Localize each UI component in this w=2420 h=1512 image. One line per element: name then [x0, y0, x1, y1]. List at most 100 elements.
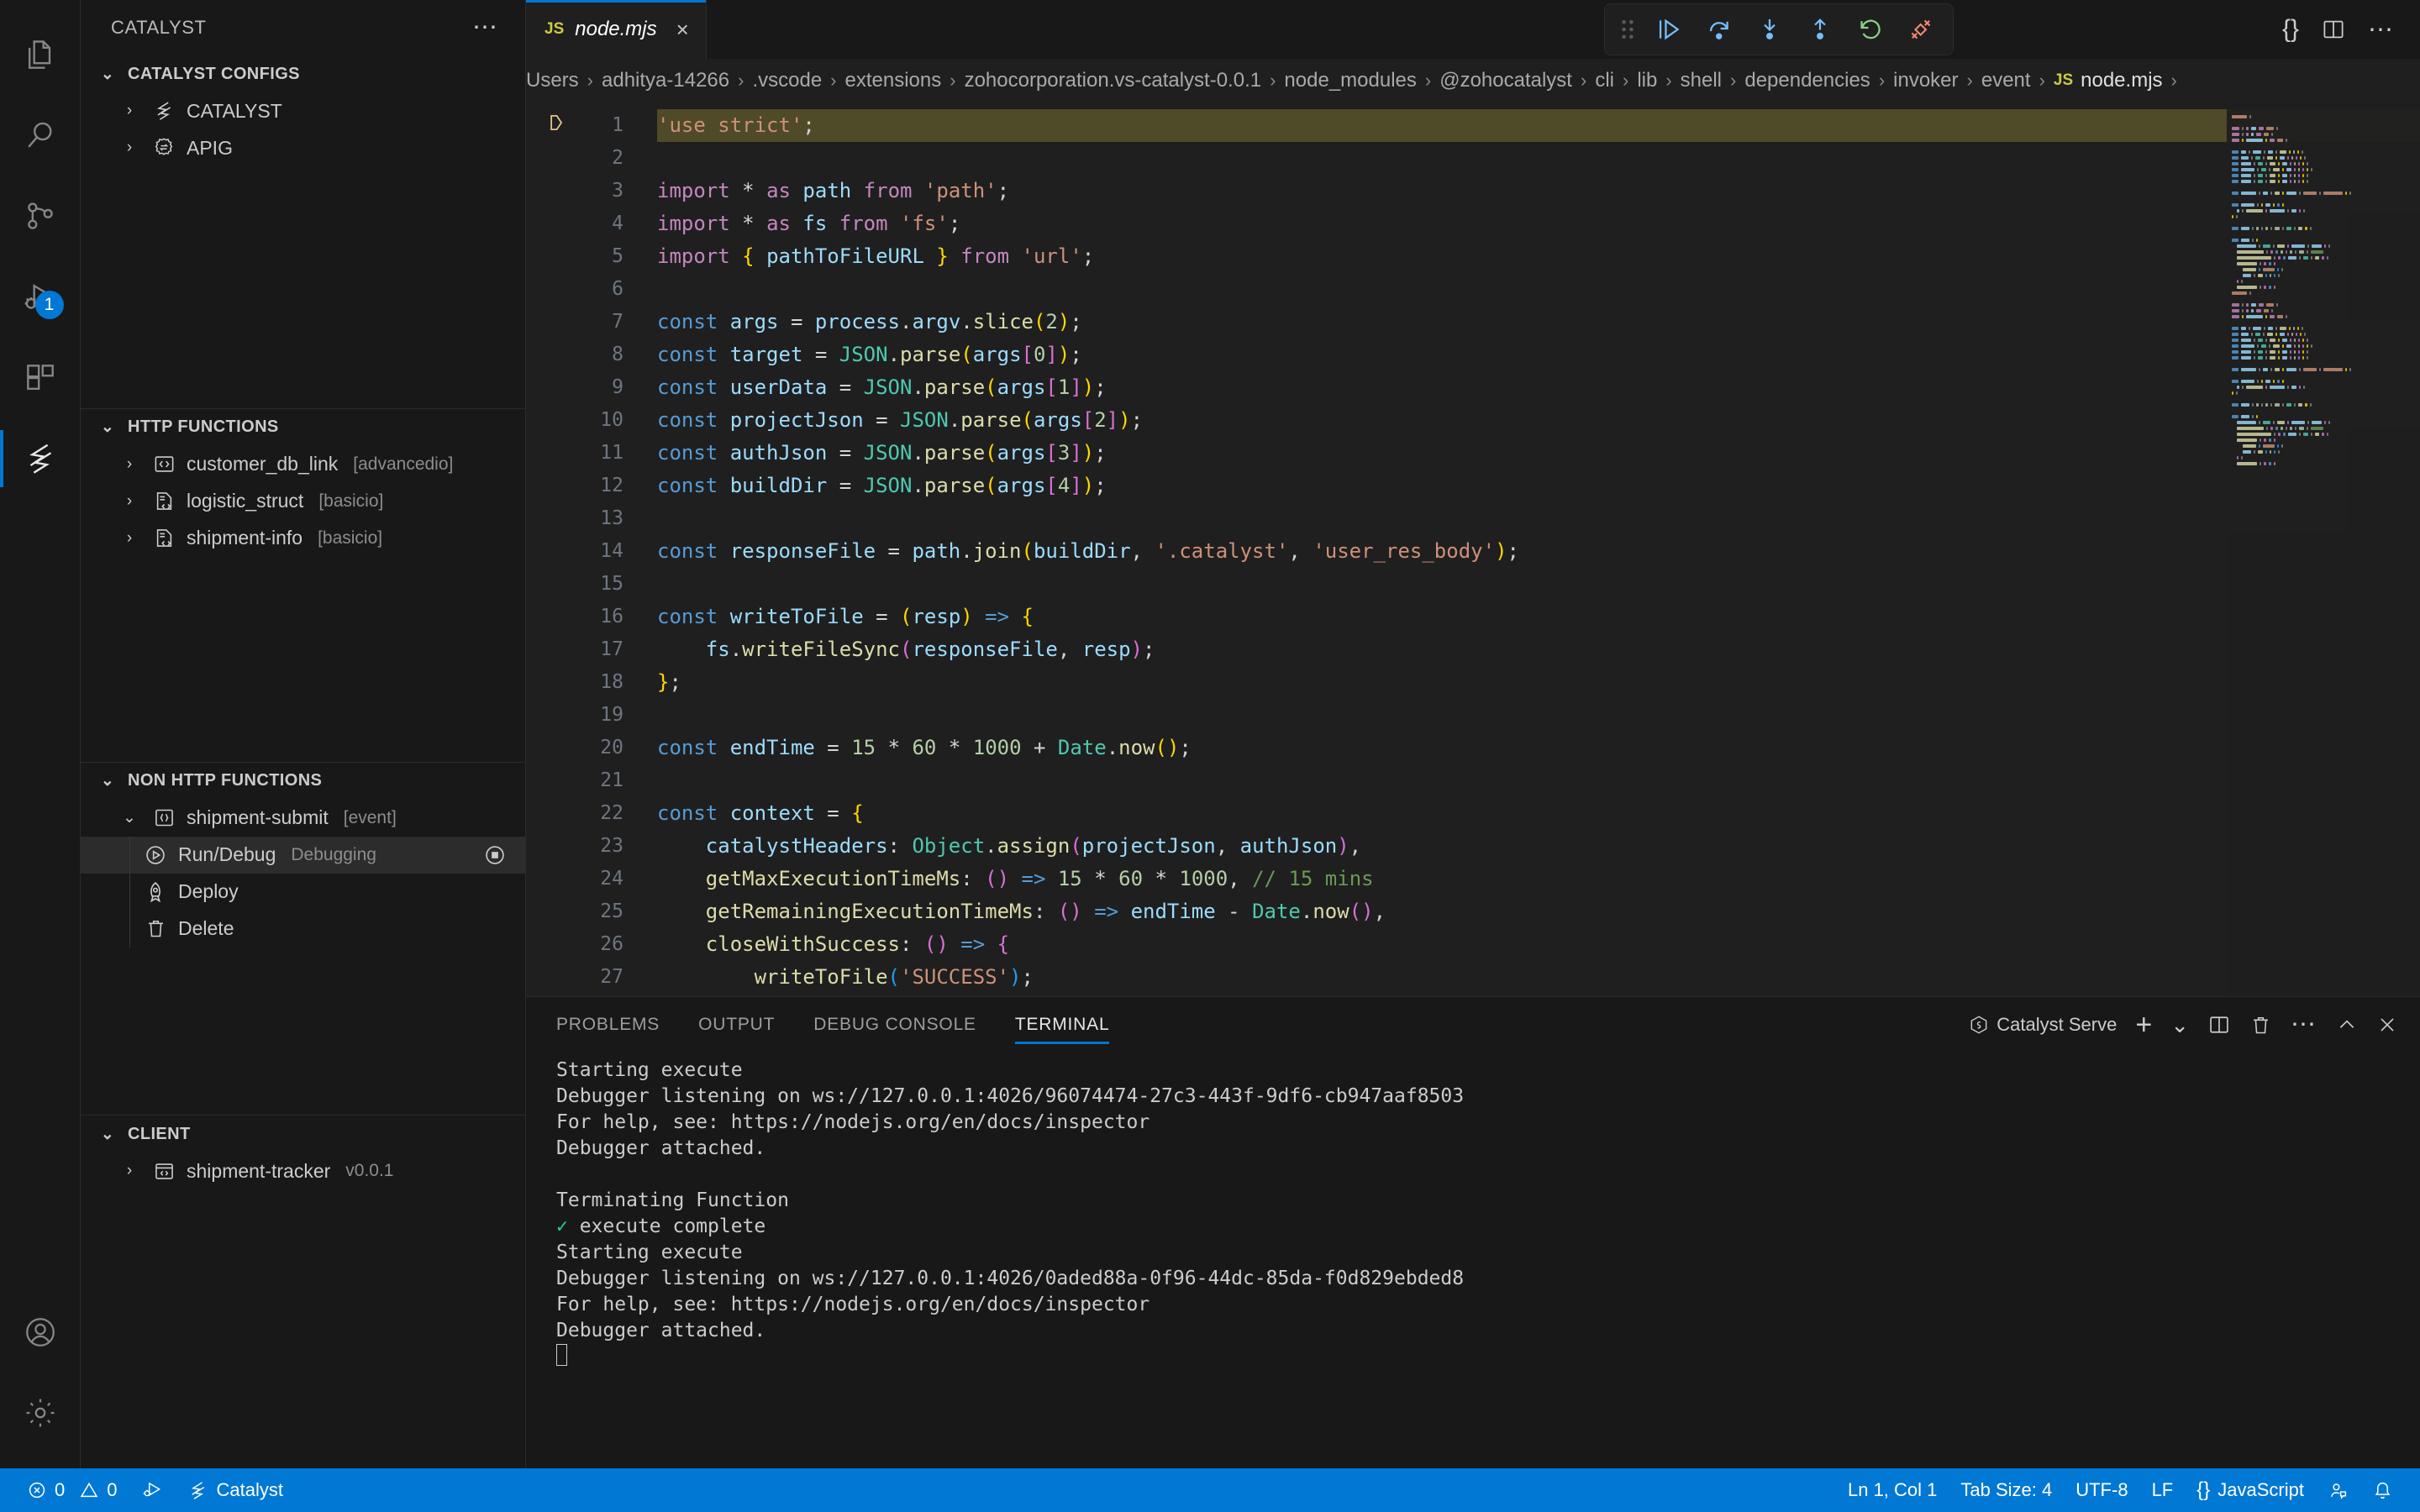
- code-line[interactable]: const writeToFile = (resp) => {: [657, 601, 2420, 633]
- breadcrumb-item-13[interactable]: node.mjs: [2081, 69, 2162, 92]
- code-content[interactable]: 'use strict'; import * as path from 'pat…: [623, 102, 2420, 996]
- sidebar-more-actions-icon[interactable]: ⋯: [472, 15, 500, 40]
- code-line[interactable]: 'use strict';: [657, 109, 2420, 142]
- section-header-catalyst-configs[interactable]: ⌄ CATALYST CONFIGS: [81, 55, 525, 92]
- code-line[interactable]: const target = JSON.parse(args[0]);: [657, 339, 2420, 371]
- tab-size[interactable]: Tab Size: 4: [1949, 1468, 2064, 1512]
- activitybar-explorer[interactable]: [0, 15, 81, 96]
- breadcrumb-item-1[interactable]: adhitya-14266: [602, 69, 729, 92]
- tab-problems[interactable]: PROBLEMS: [556, 997, 660, 1053]
- breadcrumb-item-7[interactable]: cli: [1595, 69, 1614, 92]
- code-line[interactable]: [657, 568, 2420, 601]
- continue-button[interactable]: [1645, 8, 1692, 51]
- code-line[interactable]: const authJson = JSON.parse(args[3]);: [657, 437, 2420, 470]
- code-line[interactable]: const projectJson = JSON.parse(args[2]);: [657, 404, 2420, 437]
- tree-item-shipment-submit[interactable]: ⌄ shipment-submit [event]: [81, 800, 525, 837]
- tab-terminal[interactable]: TERMINAL: [1014, 997, 1110, 1053]
- tree-item-deploy[interactable]: Deploy: [81, 873, 525, 911]
- code-line[interactable]: const buildDir = JSON.parse(args[4]);: [657, 470, 2420, 502]
- tree-item-logistic-struct[interactable]: › logistic_struct [basicio]: [81, 483, 525, 520]
- code-line[interactable]: [657, 764, 2420, 797]
- code-line[interactable]: process.exit(0);: [657, 994, 2420, 996]
- activitybar-run-and-debug[interactable]: 1: [0, 257, 81, 338]
- breadcrumb-item-10[interactable]: dependencies: [1744, 69, 1870, 92]
- breadcrumb-item-11[interactable]: invoker: [1893, 69, 1958, 92]
- editor-tab-node-mjs[interactable]: JS node.mjs ×: [526, 0, 707, 59]
- code-line[interactable]: catalystHeaders: Object.assign(projectJs…: [657, 830, 2420, 863]
- language-mode[interactable]: {} JavaScript: [2185, 1468, 2316, 1512]
- tab-debug-console[interactable]: DEBUG CONSOLE: [813, 997, 976, 1053]
- restart-button[interactable]: [1847, 8, 1894, 51]
- section-header-client[interactable]: ⌄ CLIENT: [81, 1116, 525, 1152]
- debug-status[interactable]: [129, 1468, 175, 1512]
- code-line[interactable]: };: [657, 666, 2420, 699]
- breadcrumb-item-6[interactable]: @zohocatalyst: [1439, 69, 1572, 92]
- activitybar-accounts[interactable]: [0, 1292, 81, 1373]
- section-header-non-http-functions[interactable]: ⌄ NON HTTP FUNCTIONS: [81, 763, 525, 800]
- code-line[interactable]: fs.writeFileSync(responseFile, resp);: [657, 633, 2420, 666]
- tree-item-shipment-info[interactable]: › shipment-info [basicio]: [81, 520, 525, 557]
- breadcrumb-item-0[interactable]: Users: [526, 69, 579, 92]
- breadcrumb-item-3[interactable]: extensions: [845, 69, 942, 92]
- tree-item-shipment-tracker[interactable]: › shipment-tracker v0.0.1: [81, 1152, 525, 1189]
- code-line[interactable]: [657, 502, 2420, 535]
- code-line[interactable]: const responseFile = path.join(buildDir,…: [657, 535, 2420, 568]
- code-line[interactable]: [657, 699, 2420, 732]
- tree-item-catalyst[interactable]: › CATALYST: [81, 92, 525, 129]
- breadcrumb-item-8[interactable]: lib: [1637, 69, 1657, 92]
- terminal-tab-catalyst-serve[interactable]: Catalyst Serve: [1968, 1014, 2117, 1036]
- code-line[interactable]: writeToFile('SUCCESS');: [657, 961, 2420, 994]
- tree-item-run-debug[interactable]: Run/Debug Debugging: [81, 836, 525, 874]
- step-into-button[interactable]: [1746, 8, 1793, 51]
- code-line[interactable]: const userData = JSON.parse(args[1]);: [657, 371, 2420, 404]
- tree-item-apig[interactable]: › APIG: [81, 129, 525, 166]
- code-line[interactable]: const context = {: [657, 797, 2420, 830]
- cursor-position[interactable]: Ln 1, Col 1: [1836, 1468, 1949, 1512]
- eol[interactable]: LF: [2140, 1468, 2186, 1512]
- tree-item-customer-db-link[interactable]: › customer_db_link [advancedio]: [81, 446, 525, 483]
- activitybar-catalyst[interactable]: [0, 418, 81, 499]
- breadcrumb-item-9[interactable]: shell: [1681, 69, 1722, 92]
- tab-output[interactable]: OUTPUT: [698, 997, 775, 1053]
- code-line[interactable]: getRemainingExecutionTimeMs: () => endTi…: [657, 895, 2420, 928]
- encoding[interactable]: UTF-8: [2064, 1468, 2139, 1512]
- new-terminal-button[interactable]: +: [2135, 1011, 2152, 1039]
- breadcrumb-item-5[interactable]: node_modules: [1284, 69, 1416, 92]
- activitybar-search[interactable]: [0, 96, 81, 176]
- maximize-panel-button[interactable]: [2336, 1014, 2358, 1036]
- code-line[interactable]: getMaxExecutionTimeMs: () => 15 * 60 * 1…: [657, 863, 2420, 895]
- terminal-cursor[interactable]: [556, 1344, 2420, 1370]
- code-editor[interactable]: 1 2 3 4 5 6 7 8 9 10 11 12 13 14 15 16 17 18 19 20 21 22 23 24 2…: [526, 102, 2420, 996]
- disconnect-button[interactable]: [1897, 8, 1944, 51]
- stop-circle-icon[interactable]: [483, 843, 507, 867]
- breadcrumb-item-4[interactable]: zohocorporation.vs-catalyst-0.0.1: [965, 69, 1262, 92]
- breadcrumb-item-2[interactable]: .vscode: [752, 69, 822, 92]
- catalyst-status[interactable]: Catalyst: [175, 1468, 295, 1512]
- code-line[interactable]: const endTime = 15 * 60 * 1000 + Date.no…: [657, 732, 2420, 764]
- kill-terminal-button[interactable]: [2249, 1014, 2272, 1037]
- code-line[interactable]: import { pathToFileURL } from 'url';: [657, 240, 2420, 273]
- code-line[interactable]: [657, 142, 2420, 175]
- split-editor-icon[interactable]: [2321, 17, 2346, 42]
- section-header-http-functions[interactable]: ⌄ HTTP FUNCTIONS: [81, 409, 525, 446]
- code-line[interactable]: [657, 273, 2420, 306]
- code-line[interactable]: import * as path from 'path';: [657, 175, 2420, 207]
- feedback[interactable]: [2316, 1468, 2360, 1512]
- breadcrumb-item-12[interactable]: event: [1981, 69, 2031, 92]
- more-actions-icon[interactable]: ⋯: [2368, 15, 2395, 45]
- breakpoint-arrow-icon[interactable]: [526, 109, 573, 142]
- terminal-profile-dropdown[interactable]: ⌄: [2170, 1014, 2189, 1036]
- split-terminal-button[interactable]: [2207, 1013, 2231, 1037]
- activitybar-settings[interactable]: [0, 1373, 81, 1453]
- editor-glyph-margin[interactable]: [526, 102, 573, 996]
- code-line[interactable]: const args = process.argv.slice(2);: [657, 306, 2420, 339]
- activitybar-extensions[interactable]: [0, 338, 81, 418]
- close-icon[interactable]: ×: [676, 17, 689, 43]
- step-out-button[interactable]: [1797, 8, 1844, 51]
- close-panel-button[interactable]: [2376, 1014, 2398, 1036]
- problems-status[interactable]: 0 0: [15, 1468, 129, 1512]
- debug-toolbar-grip-icon[interactable]: [1613, 18, 1642, 41]
- code-line[interactable]: import * as fs from 'fs';: [657, 207, 2420, 240]
- format-braces-icon[interactable]: {}: [2282, 15, 2299, 44]
- terminal-output[interactable]: Starting execute Debugger listening on ws…: [526, 1053, 2420, 1468]
